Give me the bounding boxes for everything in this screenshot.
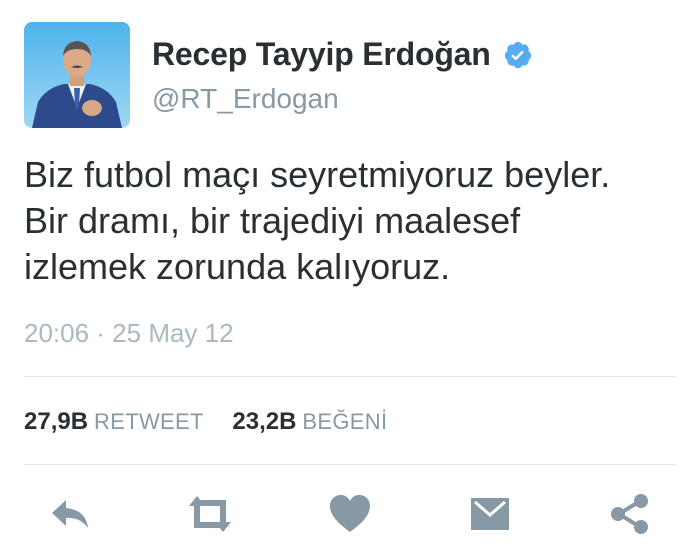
avatar-image xyxy=(24,22,130,128)
tweet-stats: 27,9B RETWEET 23,2B BEĞENİ xyxy=(24,408,409,436)
verified-badge-icon xyxy=(503,40,533,70)
tweet-text: Biz futbol maçı seyretmiyoruz beyler. Bi… xyxy=(24,152,684,290)
reply-button[interactable] xyxy=(42,486,98,542)
heart-icon xyxy=(330,495,370,532)
tweet-header: Recep Tayyip Erdoğan @RT_Erdogan xyxy=(24,22,684,128)
divider xyxy=(24,464,676,465)
like-label: BEĞENİ xyxy=(302,409,388,434)
envelope-icon xyxy=(471,498,509,530)
like-count: 23,2B xyxy=(232,408,297,435)
tweet-text-line: Bir dramı, bir trajediyi maalesef xyxy=(24,200,521,241)
message-button[interactable] xyxy=(462,486,518,542)
divider xyxy=(24,376,676,377)
retweet-button[interactable] xyxy=(182,486,238,542)
tweet-text-line: Biz futbol maçı seyretmiyoruz beyler. xyxy=(24,154,611,195)
share-button[interactable] xyxy=(602,486,658,542)
avatar[interactable] xyxy=(24,22,130,128)
retweet-count: 27,9B xyxy=(24,408,89,435)
like-stat[interactable]: 23,2B BEĞENİ xyxy=(232,408,387,436)
tweet-actions xyxy=(0,486,700,542)
display-name[interactable]: Recep Tayyip Erdoğan xyxy=(152,36,491,73)
tweet-detail: Recep Tayyip Erdoğan @RT_Erdogan Biz fut… xyxy=(0,0,700,560)
retweet-label: RETWEET xyxy=(94,409,204,434)
tweet-timestamp[interactable]: 20:06 · 25 May 12 xyxy=(24,318,234,349)
retweet-icon xyxy=(189,496,231,532)
tweet-text-line: izlemek zorunda kalıyoruz. xyxy=(24,246,451,287)
user-handle[interactable]: @RT_Erdogan xyxy=(152,83,533,115)
user-names: Recep Tayyip Erdoğan @RT_Erdogan xyxy=(152,36,533,115)
share-icon xyxy=(611,494,648,534)
retweet-stat[interactable]: 27,9B RETWEET xyxy=(24,408,204,436)
reply-icon xyxy=(52,500,88,528)
like-button[interactable] xyxy=(322,486,378,542)
